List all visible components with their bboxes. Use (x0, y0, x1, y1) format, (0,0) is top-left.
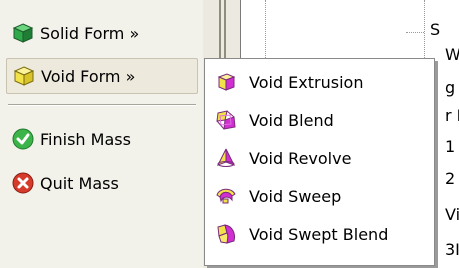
menu-item-void-sweep[interactable]: Void Sweep (205, 177, 434, 215)
void-extrusion-icon (215, 71, 237, 93)
solid-form-cube-icon (12, 22, 34, 44)
void-revolve-icon (215, 147, 237, 169)
quit-mass-button[interactable]: Quit Mass (6, 166, 119, 200)
void-form-cube-icon (13, 65, 35, 87)
finish-mass-label: Finish Mass (40, 129, 131, 149)
void-swept-blend-icon (215, 223, 237, 245)
tree-node-fragment[interactable]: Vi (445, 205, 459, 224)
void-blend-icon (215, 109, 237, 131)
green-check-icon (12, 128, 34, 150)
menu-item-label: Void Swept Blend (249, 224, 389, 244)
quit-mass-label: Quit Mass (40, 173, 119, 193)
panel-divider (8, 104, 196, 106)
menu-item-label: Void Blend (249, 110, 334, 130)
tree-node-fragment[interactable]: r I (445, 106, 459, 125)
menu-item-void-extrusion[interactable]: Void Extrusion (205, 63, 434, 101)
menu-item-void-blend[interactable]: Void Blend (205, 101, 434, 139)
tree-connector-line (424, 0, 425, 60)
tree-node-fragment[interactable]: W (445, 45, 459, 64)
finish-mass-button[interactable]: Finish Mass (6, 122, 131, 156)
tree-node-fragment[interactable]: S (430, 20, 440, 39)
solid-form-button[interactable]: Solid Form » (6, 16, 198, 50)
solid-form-label: Solid Form » (40, 23, 140, 43)
tree-node-fragment[interactable]: g (445, 78, 455, 97)
void-form-label: Void Form » (41, 66, 136, 86)
tree-node-fragment[interactable]: 1 (445, 137, 455, 156)
red-x-icon (12, 172, 34, 194)
tree-connector-line (406, 32, 424, 33)
void-form-flyout-menu: Void Extrusion Void Blend Void Revolve V… (204, 58, 435, 266)
void-sweep-icon (215, 185, 237, 207)
menu-item-label: Void Extrusion (249, 72, 364, 92)
tree-node-fragment[interactable]: 3I (445, 240, 459, 259)
menu-item-label: Void Revolve (249, 148, 352, 168)
void-form-button[interactable]: Void Form » (6, 58, 198, 94)
menu-item-void-revolve[interactable]: Void Revolve (205, 139, 434, 177)
menu-item-void-swept-blend[interactable]: Void Swept Blend (205, 215, 434, 253)
menu-item-label: Void Sweep (249, 186, 342, 206)
massing-panel: Solid Form » Void Form » Finish Mass Qui… (0, 0, 203, 268)
tree-node-fragment[interactable]: 2 (445, 169, 455, 188)
